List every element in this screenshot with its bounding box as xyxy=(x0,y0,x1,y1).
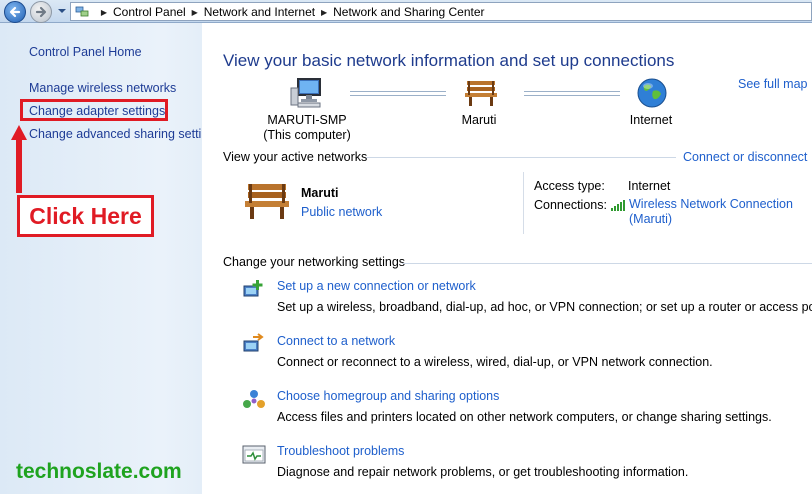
access-type-label: Access type: xyxy=(534,179,605,193)
set-up-connection-desc: Set up a wireless, broadband, dial-up, a… xyxy=(277,300,812,314)
map-connection-line xyxy=(350,91,446,96)
connect-to-network-link[interactable]: Connect to a network xyxy=(277,334,395,348)
map-node-sub: (This computer) xyxy=(263,128,351,142)
bench-icon[interactable] xyxy=(464,79,498,107)
homegroup-sharing-desc: Access files and printers located on oth… xyxy=(277,410,772,424)
chevron-down-icon xyxy=(58,9,66,13)
address-toolbar: ▶ Control Panel ▶ Network and Internet ▶… xyxy=(0,0,812,23)
networking-settings-heading: Change your networking settings xyxy=(223,255,406,269)
new-connection-icon xyxy=(243,280,263,297)
homegroup-sharing-link[interactable]: Choose homegroup and sharing options xyxy=(277,389,499,403)
back-arrow-icon xyxy=(9,6,21,18)
see-full-map-link[interactable]: See full map xyxy=(738,77,807,91)
breadcrumb-network-and-internet[interactable]: Network and Internet xyxy=(204,5,315,19)
active-networks-heading: View your active networks xyxy=(223,150,368,164)
section-divider xyxy=(402,263,812,264)
breadcrumb-network-and-sharing-center[interactable]: Network and Sharing Center xyxy=(333,5,484,19)
breadcrumb: ▶ Control Panel ▶ Network and Internet ▶… xyxy=(95,4,485,20)
main-content: View your basic network information and … xyxy=(202,23,812,494)
network-name: Maruti xyxy=(301,186,339,200)
connect-network-icon xyxy=(243,333,264,352)
change-advanced-sharing-settings-link[interactable]: Change advanced sharing settings xyxy=(29,127,222,142)
map-node-internet: Internet xyxy=(629,113,673,127)
computer-icon[interactable] xyxy=(290,76,324,110)
connect-or-disconnect-link[interactable]: Connect or disconnect xyxy=(683,150,807,164)
forward-arrow-icon xyxy=(35,6,47,18)
map-node-name: MARUTI-SMP xyxy=(267,113,347,127)
page-title: View your basic network information and … xyxy=(223,51,675,70)
map-node-maruti: Maruti xyxy=(461,113,497,127)
troubleshoot-icon xyxy=(242,445,266,464)
section-divider xyxy=(366,157,676,158)
breadcrumb-control-panel[interactable]: Control Panel xyxy=(113,5,186,19)
network-type-link[interactable]: Public network xyxy=(301,205,382,219)
breadcrumb-separator-icon[interactable]: ▶ xyxy=(315,8,333,17)
connect-to-network-desc: Connect or reconnect to a wireless, wire… xyxy=(277,355,713,369)
wireless-signal-icon xyxy=(611,200,625,211)
connections-label: Connections: xyxy=(534,198,607,212)
control-panel-home-link[interactable]: Control Panel Home xyxy=(29,45,142,59)
highlight-box xyxy=(20,99,168,121)
set-up-connection-link[interactable]: Set up a new connection or network xyxy=(277,279,476,293)
back-button[interactable] xyxy=(4,1,26,23)
wireless-connection-link[interactable]: Wireless Network Connection (Maruti) xyxy=(629,197,809,227)
map-node-computer: MARUTI-SMP (This computer) xyxy=(247,113,367,143)
access-type-value: Internet xyxy=(628,179,671,193)
red-up-arrow-icon xyxy=(11,125,27,193)
breadcrumb-separator-icon[interactable]: ▶ xyxy=(95,8,113,17)
homegroup-icon xyxy=(243,390,265,408)
manage-wireless-networks-link[interactable]: Manage wireless networks xyxy=(29,81,176,95)
click-here-callout: Click Here xyxy=(17,195,154,237)
vertical-divider xyxy=(523,172,524,234)
breadcrumb-separator-icon[interactable]: ▶ xyxy=(186,8,204,17)
troubleshoot-problems-link[interactable]: Troubleshoot problems xyxy=(277,444,404,458)
troubleshoot-problems-desc: Diagnose and repair network problems, or… xyxy=(277,465,689,479)
recent-pages-dropdown[interactable] xyxy=(56,4,68,18)
globe-icon[interactable] xyxy=(636,77,668,109)
watermark: technoslate.com xyxy=(16,460,182,483)
forward-button[interactable] xyxy=(30,1,52,23)
address-field[interactable]: ▶ Control Panel ▶ Network and Internet ▶… xyxy=(70,2,812,21)
click-here-text: Click Here xyxy=(29,202,142,229)
bench-icon xyxy=(245,184,289,219)
map-connection-line xyxy=(524,91,620,96)
network-folder-icon xyxy=(75,6,89,17)
task-pane: Control Panel Home Manage wireless netwo… xyxy=(0,23,222,494)
